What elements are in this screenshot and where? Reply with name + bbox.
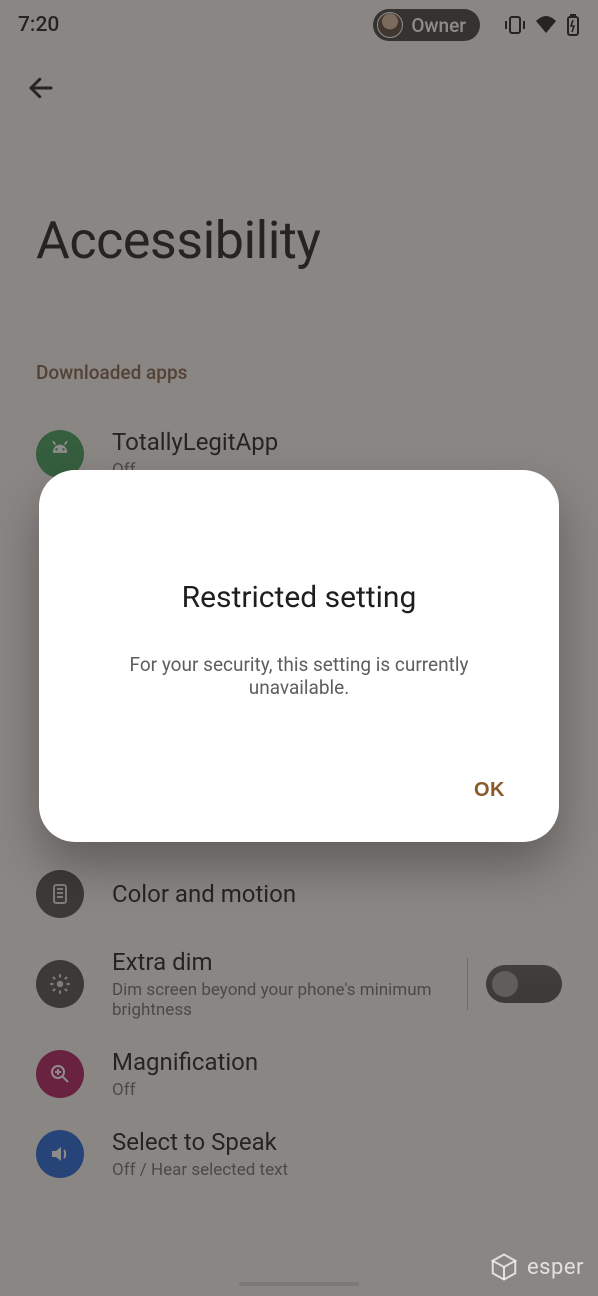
restricted-setting-dialog: Restricted setting For your security, th…	[39, 470, 559, 842]
esper-watermark: esper	[489, 1252, 584, 1282]
dialog-message: For your security, this setting is curre…	[77, 653, 521, 699]
ok-button[interactable]: OK	[458, 769, 521, 812]
cube-icon	[489, 1252, 519, 1282]
dialog-title: Restricted setting	[77, 580, 521, 615]
watermark-text: esper	[527, 1255, 584, 1280]
